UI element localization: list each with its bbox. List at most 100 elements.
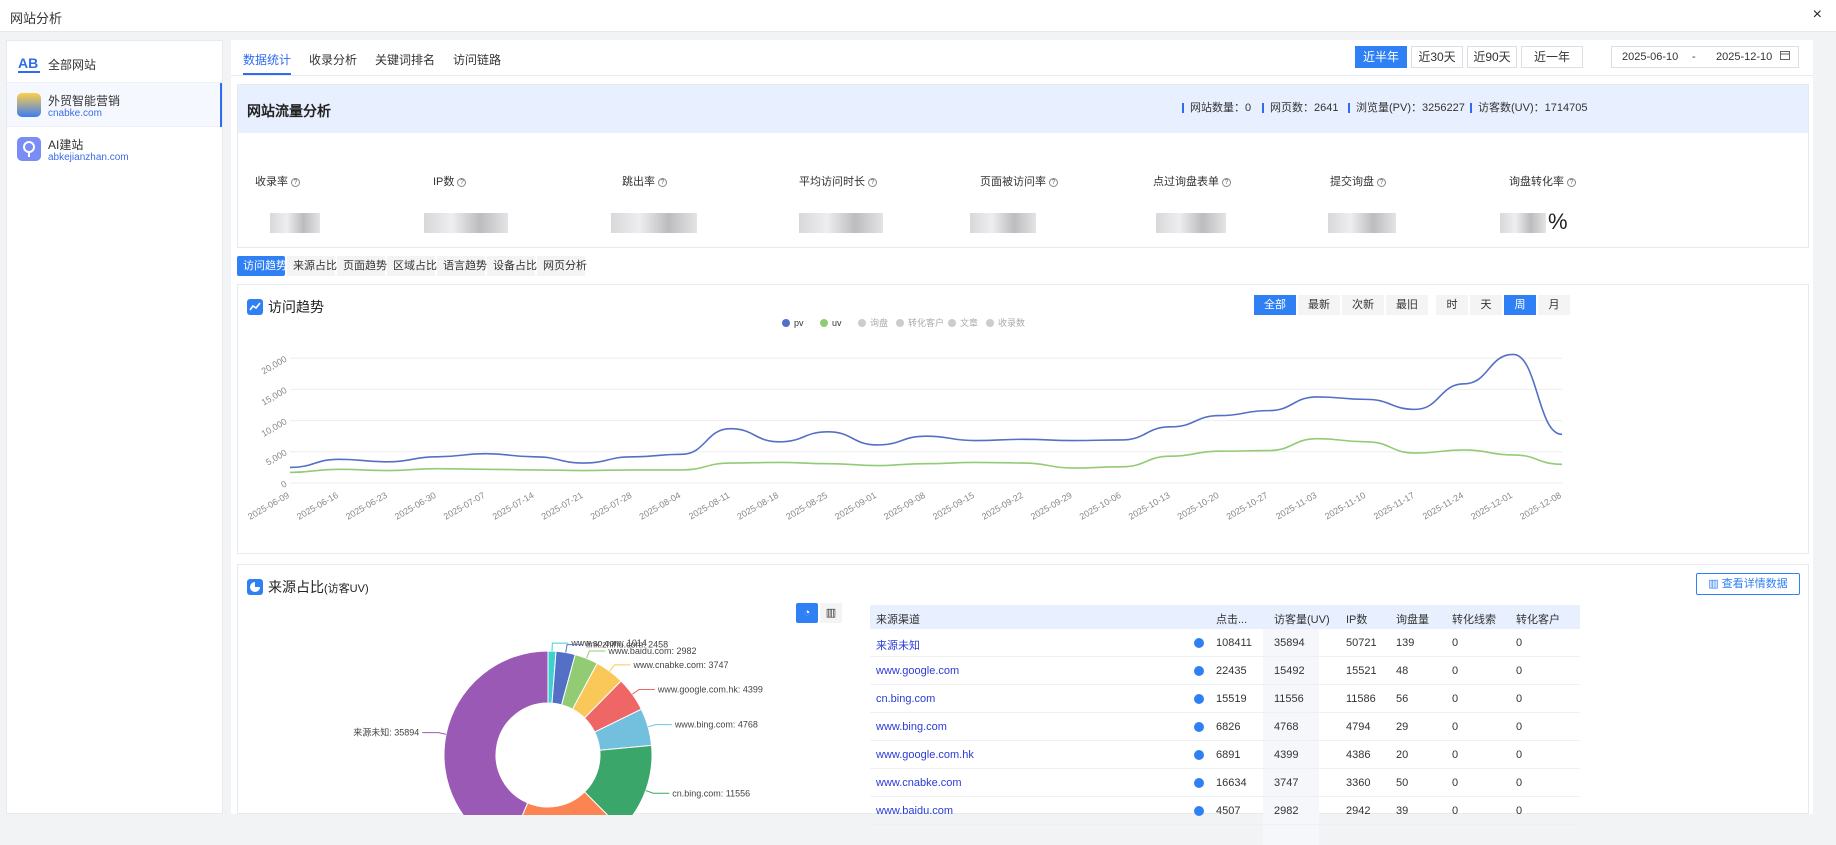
help-icon: ? <box>868 178 877 187</box>
trend-link-icon[interactable] <box>1194 750 1204 760</box>
pie-label-line <box>422 732 447 735</box>
table-cell: 39 <box>1396 805 1409 817</box>
subtab-language[interactable]: 语言趋势 <box>437 256 487 276</box>
table-cell: 0 <box>1452 805 1459 817</box>
sidebar-item-all-sites[interactable]: AB 全部网站 <box>7 41 222 83</box>
source-link[interactable]: www.google.com.hk <box>876 749 974 761</box>
sidebar-item-cnabke[interactable]: 外贸智能营销 cnabke.com <box>7 83 222 127</box>
tab-keyword-ranking[interactable]: 关键词排名 <box>375 51 435 68</box>
x-tick-label: 2025-06-09 <box>246 490 291 522</box>
x-tick-label: 2025-09-08 <box>882 490 927 522</box>
table-row[interactable]: www.bing.com 6826 4768 4794 29 0 0 <box>870 713 1580 741</box>
blurred-value <box>1328 213 1396 233</box>
table-cell: 0 <box>1516 693 1523 705</box>
y-tick-label: 10,000 <box>260 416 289 438</box>
col-clicks: 点击... <box>1216 614 1248 626</box>
period-day-button[interactable]: 天 <box>1470 295 1502 315</box>
x-tick-label: 2025-09-15 <box>931 490 976 522</box>
date-separator: - <box>1692 51 1696 63</box>
col-channel: 来源渠道 <box>876 614 920 626</box>
tab-data-stats[interactable]: 数据统计 <box>243 51 292 75</box>
x-tick-label: 2025-08-11 <box>687 490 731 521</box>
table-row[interactable]: www.google.com.hk 6891 4399 4386 20 0 0 <box>870 741 1580 769</box>
col-customers: 转化客户 <box>1516 614 1560 626</box>
pie-label-line <box>609 664 631 672</box>
source-link[interactable]: www.bing.com <box>876 721 947 733</box>
metric-avg-duration: 平均访问时长? <box>799 173 877 189</box>
trend-card: 访问趋势 全部 最新 次新 最旧 时 天 周 月 0 5,000 10,000 15,… <box>237 284 1809 554</box>
tab-index-analysis[interactable]: 收录分析 <box>309 51 357 68</box>
sidebar-item-abkejianzhan[interactable]: AI建站 abkejianzhan.com <box>7 127 222 171</box>
range-90d-button[interactable]: 近90天 <box>1467 46 1517 68</box>
tab-visit-path[interactable]: 访问链路 <box>453 51 501 68</box>
period-week-button[interactable]: 周 <box>1504 295 1536 315</box>
pie-label: www.baidu.com: 2982 <box>607 646 696 656</box>
percent-sign: % <box>1548 209 1568 234</box>
subtab-region[interactable]: 区域占比 <box>387 256 437 276</box>
table-row[interactable]: www.google.com 22435 15492 15521 48 0 0 <box>870 657 1580 685</box>
table-cell: 6826 <box>1216 721 1241 733</box>
source-link[interactable]: www.baidu.com <box>876 805 953 817</box>
blurred-value <box>270 213 320 233</box>
trend-link-icon[interactable] <box>1194 778 1204 788</box>
table-cell: 4768 <box>1274 721 1299 733</box>
window-title: 网站分析 <box>10 11 63 26</box>
help-icon: ? <box>658 178 667 187</box>
range-year-button[interactable]: 近一年 <box>1521 46 1583 68</box>
subtab-page-trend[interactable]: 页面趋势 <box>337 256 387 276</box>
view-details-button[interactable]: ▥ 查看详情数据 <box>1696 573 1800 595</box>
subtab-trend[interactable]: 访问趋势 <box>237 256 287 276</box>
table-cell: 15519 <box>1216 693 1247 705</box>
subtab-source[interactable]: 来源占比 <box>287 256 337 276</box>
trend-link-icon[interactable] <box>1194 666 1204 676</box>
help-icon: ? <box>1222 178 1231 187</box>
table-cell: 11556 <box>1274 693 1304 705</box>
trend-link-icon[interactable] <box>1194 638 1204 648</box>
source-link[interactable]: www.google.com <box>876 665 959 677</box>
filter-newest-button[interactable]: 最新 <box>1298 295 1340 315</box>
legend-label: 转化客户 <box>908 317 944 328</box>
table-cell: 0 <box>1452 721 1459 733</box>
table-row[interactable]: www.baidu.com 4507 2982 2942 39 0 0 <box>870 797 1580 825</box>
table-cell: 15521 <box>1346 665 1377 677</box>
source-link[interactable]: cn.bing.com <box>876 693 935 705</box>
table-cell: 35894 <box>1274 637 1305 649</box>
period-hour-button[interactable]: 时 <box>1436 295 1468 315</box>
table-header: 来源渠道 点击... 访客量(UV) IP数 询盘量 转化线索 转化客户 <box>870 605 1580 629</box>
filter-oldest-button[interactable]: 最旧 <box>1386 295 1428 315</box>
range-30d-button[interactable]: 近30天 <box>1411 46 1463 68</box>
source-subtitle: (访客UV) <box>324 583 369 595</box>
legend-marker <box>896 319 904 327</box>
filter-all-button[interactable]: 全部 <box>1254 295 1296 315</box>
table-cell: 0 <box>1452 777 1459 789</box>
close-icon[interactable]: × <box>1813 6 1822 24</box>
table-row[interactable]: cn.bing.com 15519 11556 11586 56 0 0 <box>870 685 1580 713</box>
trend-link-icon[interactable] <box>1194 806 1204 816</box>
table-row[interactable]: 来源未知 108411 35894 50721 139 0 0 <box>870 629 1580 657</box>
pie-label-line <box>647 724 672 728</box>
subtab-device[interactable]: 设备占比 <box>487 256 537 276</box>
source-link[interactable]: www.cnabke.com <box>876 777 962 789</box>
period-month-button[interactable]: 月 <box>1538 295 1570 315</box>
stat-uv: 访客数(UV)：1714705 <box>1470 103 1587 114</box>
trend-link-icon[interactable] <box>1194 694 1204 704</box>
table-cell: 4794 <box>1346 721 1371 733</box>
table-row[interactable]: www.cnabke.com 16634 3747 3360 50 0 0 <box>870 769 1580 797</box>
trend-link-icon[interactable] <box>1194 722 1204 732</box>
pie-label: www.bing.com: 4768 <box>674 720 758 730</box>
table-cell: 29 <box>1396 721 1409 733</box>
source-link[interactable]: 来源未知 <box>876 637 920 653</box>
svg-text:AB: AB <box>18 55 38 71</box>
filter-second-button[interactable]: 次新 <box>1342 295 1384 315</box>
date-range-picker[interactable]: 2025-06-10 - 2025-12-10 <box>1611 46 1799 68</box>
table-cell: 48 <box>1396 665 1409 677</box>
series-line-uv <box>289 437 1563 474</box>
traffic-overview-panel: 网站流量分析 网站数量：0 网页数：2641 浏览量(PV)：3256227 访… <box>237 84 1809 248</box>
x-tick-label: 2025-06-30 <box>393 490 438 522</box>
date-start: 2025-06-10 <box>1622 51 1679 63</box>
range-half-year-button[interactable]: 近半年 <box>1355 46 1407 68</box>
metric-page-visited-rate: 页面被访问率? <box>980 173 1058 189</box>
help-icon: ? <box>1567 178 1576 187</box>
subtab-page-analysis[interactable]: 网页分析 <box>537 256 587 276</box>
table-cell: 0 <box>1452 665 1459 677</box>
